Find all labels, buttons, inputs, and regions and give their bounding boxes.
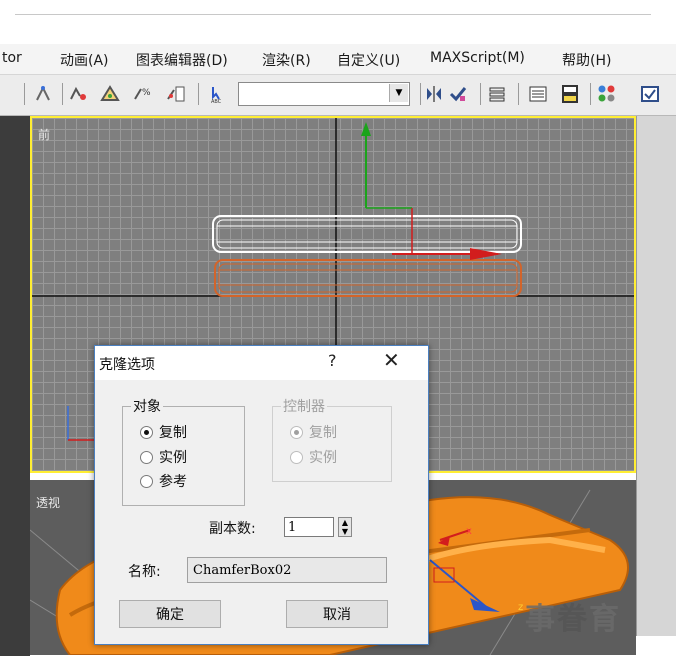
controller-copy-radio: 复制	[290, 422, 337, 442]
radio-selected-icon	[140, 425, 153, 439]
copies-spinner[interactable]: ▲ ▼	[338, 517, 352, 537]
angle-snap-icon[interactable]	[100, 84, 120, 104]
percent-snap-icon[interactable]: %	[132, 84, 152, 104]
radio-icon	[140, 474, 153, 488]
selected-chamferbox[interactable]	[212, 215, 522, 253]
controller-instance-label: 实例	[309, 450, 337, 466]
top-divider	[15, 14, 651, 15]
dialog-title-bar[interactable]: 克隆选项 ? ✕	[95, 346, 428, 380]
spinner-snap-icon[interactable]	[166, 84, 186, 104]
object-reference-radio[interactable]: 参考	[140, 471, 187, 491]
copies-input[interactable]: 1	[284, 517, 334, 537]
right-panel-strip	[636, 116, 676, 636]
toolbar-separator	[480, 83, 481, 105]
controller-group: 控制器 复制 实例	[272, 396, 392, 482]
toolbar-separator	[518, 83, 519, 105]
object-instance-label: 实例	[159, 450, 187, 466]
curve-editor-icon[interactable]	[528, 84, 548, 104]
align-icon[interactable]	[448, 84, 468, 104]
toolbar-separator	[24, 83, 25, 105]
schematic-view-icon[interactable]	[560, 84, 580, 104]
toolbar-separator	[590, 83, 591, 105]
render-setup-icon[interactable]	[640, 84, 660, 104]
menu-item-animation[interactable]: 动画(A)	[60, 50, 109, 70]
menu-item-help[interactable]: 帮助(H)	[562, 50, 611, 70]
rotate-snap-icon[interactable]	[68, 84, 88, 104]
menu-item-customize[interactable]: 自定义(U)	[337, 50, 400, 70]
menu-bar: tor 动画(A) 图表编辑器(D) 渲染(R) 自定义(U) MAXScrip…	[0, 44, 676, 75]
watermark: 事眷育	[525, 594, 621, 638]
layer-manager-icon[interactable]	[487, 84, 507, 104]
object-group: 对象 复制 实例 参考	[122, 396, 245, 506]
watermark-char: 眷	[557, 602, 589, 637]
object-instance-radio[interactable]: 实例	[140, 447, 187, 467]
menu-item-maxscript[interactable]: MAXScript(M)	[430, 50, 525, 66]
watermark-char: 育	[589, 602, 621, 637]
named-selection-combo[interactable]: ▼	[238, 82, 410, 106]
object-reference-label: 参考	[159, 474, 187, 490]
radio-icon	[290, 450, 303, 464]
svg-text:%: %	[142, 88, 151, 98]
name-input[interactable]: ChamferBox02	[187, 557, 387, 583]
object-group-title: 对象	[131, 396, 163, 416]
menu-item-rendering[interactable]: 渲染(R)	[262, 50, 311, 70]
controller-group-title: 控制器	[281, 396, 327, 416]
dialog-title: 克隆选项	[99, 357, 155, 373]
toolbar-separator	[420, 83, 421, 105]
toolbar-separator	[198, 83, 199, 105]
main-toolbar: % ABC ▼	[0, 75, 676, 116]
material-editor-icon[interactable]	[597, 84, 617, 104]
toolbar-separator	[62, 83, 63, 105]
svg-text:x: x	[466, 526, 472, 537]
snap-icon[interactable]	[33, 84, 53, 104]
svg-text:z: z	[518, 602, 523, 613]
edit-named-selection-icon[interactable]: ABC	[208, 84, 228, 104]
object-copy-radio[interactable]: 复制	[140, 422, 187, 442]
svg-text:ABC: ABC	[211, 99, 222, 104]
radio-selected-icon	[290, 425, 303, 439]
menu-item-editor[interactable]: tor	[2, 50, 22, 66]
move-gizmo[interactable]	[361, 122, 502, 260]
close-button[interactable]: ✕	[383, 348, 400, 372]
copies-label: 副本数:	[209, 521, 256, 537]
gizmo-x-arrow[interactable]	[470, 248, 502, 260]
mirror-icon[interactable]	[424, 84, 444, 104]
chevron-down-icon[interactable]: ▼	[389, 84, 408, 102]
ok-button[interactable]: 确定	[119, 600, 221, 628]
controller-copy-label: 复制	[309, 425, 337, 441]
left-panel-strip	[0, 116, 30, 656]
menu-item-graph-editors[interactable]: 图表编辑器(D)	[136, 50, 228, 70]
object-copy-label: 复制	[159, 425, 187, 441]
watermark-char: 事	[525, 602, 557, 637]
name-label: 名称:	[128, 564, 161, 580]
help-button[interactable]: ?	[328, 351, 337, 370]
cancel-button[interactable]: 取消	[286, 600, 388, 628]
radio-icon	[140, 450, 153, 464]
gizmo-y-arrow[interactable]	[361, 122, 371, 136]
clone-options-dialog: 克隆选项 ? ✕ 对象 复制 实例 参考 控制器 复制 实例 副本数: 1 ▲ ▼…	[94, 345, 429, 645]
axis-tripod	[67, 406, 96, 441]
controller-instance-radio: 实例	[290, 447, 337, 467]
clone-chamferbox[interactable]	[214, 259, 522, 297]
